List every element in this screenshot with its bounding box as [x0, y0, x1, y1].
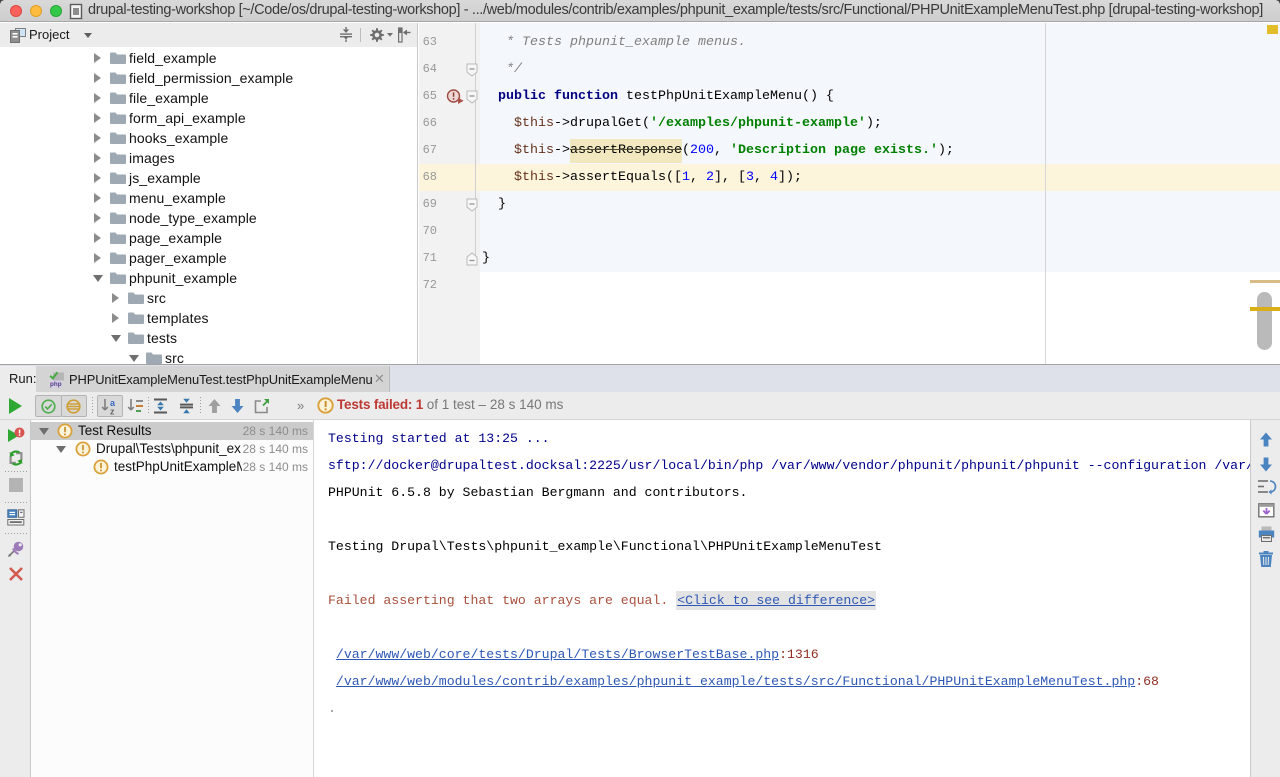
svg-text:php: php [50, 381, 62, 388]
svg-text:z: z [110, 407, 115, 417]
